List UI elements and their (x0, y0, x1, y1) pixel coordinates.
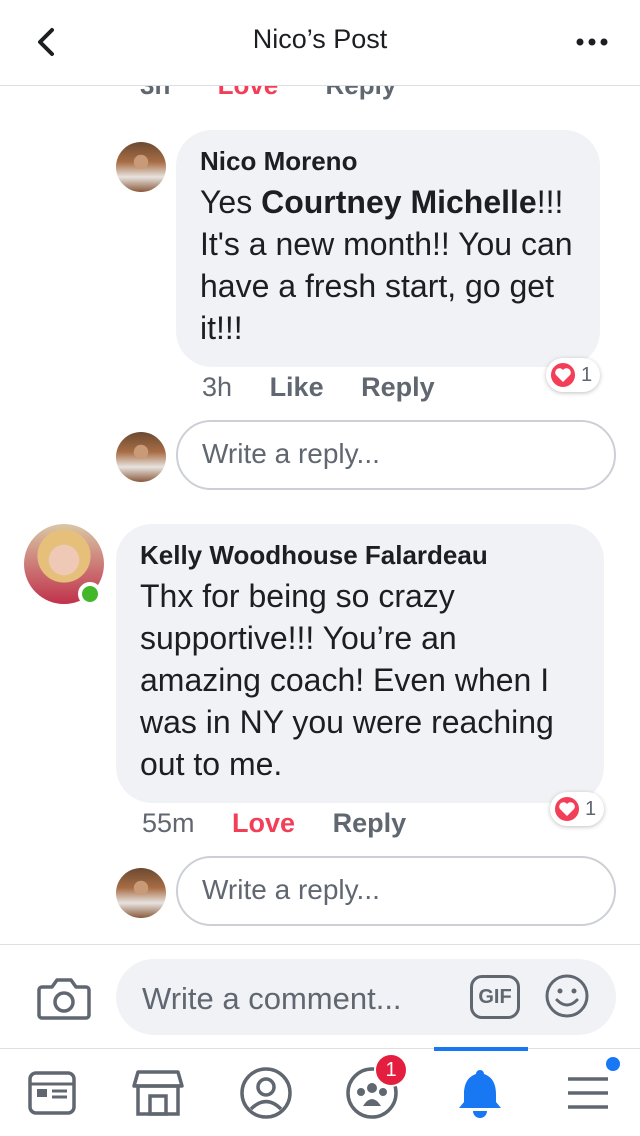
love-button[interactable]: Love (232, 808, 295, 839)
comment-input[interactable]: Write a comment... GIF (116, 959, 616, 1035)
avatar-current-user (116, 868, 166, 918)
emoji-icon[interactable] (544, 973, 590, 1019)
like-button[interactable]: Like (270, 372, 324, 403)
profile-icon (240, 1067, 292, 1119)
more-options-icon[interactable] (574, 30, 610, 54)
marketplace-icon (132, 1070, 184, 1116)
tab-menu[interactable] (558, 1055, 622, 1121)
reaction-count: 1 (581, 363, 593, 386)
groups-notification-badge: 1 (374, 1053, 408, 1087)
news-feed-icon (28, 1071, 76, 1115)
previous-comment-actions: 3h Love Reply (140, 86, 396, 101)
comment-bubble-nico[interactable]: Nico Moreno Yes Courtney Michelle!!! It'… (176, 130, 600, 367)
tab-profile[interactable] (236, 1065, 296, 1121)
reaction-summary[interactable]: 1 (546, 358, 601, 392)
love-reaction-icon (549, 361, 577, 389)
reply-button[interactable]: Reply (361, 372, 435, 403)
comment-time: 3h (202, 372, 233, 402)
comment-text: Thx for being so crazy supportive!!! You… (140, 578, 554, 782)
comment-time: 55m (142, 808, 195, 838)
avatar-nico-moreno[interactable] (116, 142, 166, 192)
menu-icon (568, 1077, 608, 1109)
reaction-summary[interactable]: 1 (550, 792, 605, 826)
reply-button[interactable]: Reply (326, 86, 397, 100)
comment-actions: 55m Love Reply (142, 808, 436, 839)
page-title: Nico’s Post (252, 24, 388, 54)
commenter-name[interactable]: Kelly Woodhouse Falardeau (140, 540, 580, 571)
tab-news-feed[interactable] (22, 1065, 82, 1121)
bell-icon (459, 1070, 501, 1118)
reply-input[interactable]: Write a reply... (176, 420, 616, 490)
love-reaction-icon (553, 795, 581, 823)
love-button[interactable]: Love (218, 86, 279, 100)
bottom-tab-bar: 1 (0, 1047, 640, 1136)
comments-feed[interactable]: 3h Love Reply Nico Moreno Yes Courtney M… (0, 86, 640, 944)
active-tab-indicator (434, 1047, 528, 1051)
tab-marketplace[interactable] (128, 1065, 188, 1121)
reply-button[interactable]: Reply (333, 808, 407, 839)
online-status-indicator (78, 582, 102, 606)
comment-time: 3h (140, 86, 170, 100)
reaction-count: 1 (585, 797, 597, 820)
mention-courtney-michelle[interactable]: Courtney Michelle (261, 184, 537, 220)
gif-button[interactable]: GIF (470, 975, 520, 1019)
tab-notifications[interactable] (450, 1065, 510, 1121)
comment-actions: 3h Like Reply (202, 372, 465, 403)
comment-composer: Write a comment... GIF (0, 944, 640, 1048)
comment-placeholder: Write a comment... (142, 981, 402, 1016)
post-header: Nico’s Post (0, 0, 640, 86)
camera-icon[interactable] (36, 975, 92, 1021)
comment-bubble-kelly[interactable]: Kelly Woodhouse Falardeau Thx for being … (116, 524, 604, 803)
commenter-name[interactable]: Nico Moreno (200, 146, 576, 177)
menu-notification-dot (604, 1055, 622, 1073)
reply-input[interactable]: Write a reply... (176, 856, 616, 926)
avatar-current-user (116, 432, 166, 482)
tab-groups[interactable]: 1 (342, 1053, 408, 1121)
comment-text: Yes Courtney Michelle!!! It's a new mont… (200, 184, 573, 346)
